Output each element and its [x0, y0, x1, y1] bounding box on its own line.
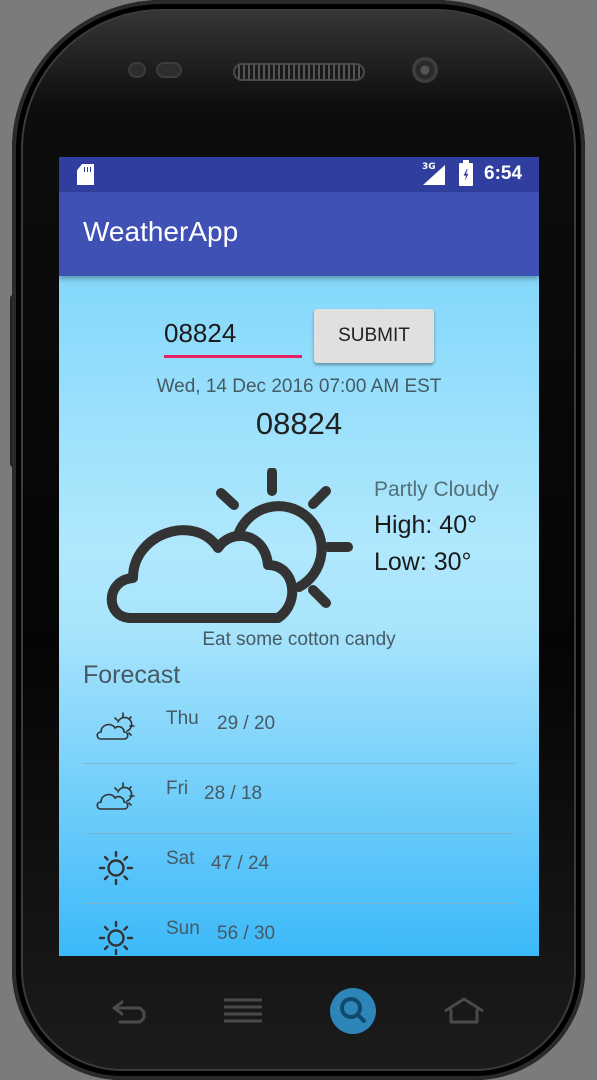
search-icon: [340, 997, 366, 1023]
sd-card-icon: [77, 164, 94, 185]
light-sensor: [156, 62, 182, 78]
partly-cloudy-icon: [96, 782, 135, 810]
earpiece-speaker: [233, 63, 365, 81]
submit-button[interactable]: SUBMIT: [314, 309, 434, 363]
forecast-temps: 47 / 24: [211, 853, 270, 874]
forecast-row[interactable]: Sun 56 / 30: [83, 904, 515, 956]
app-bar: WeatherApp: [59, 192, 539, 276]
observation-datetime: Wed, 14 Dec 2016 07:00 AM EST: [156, 376, 442, 397]
partly-cloudy-icon: [106, 468, 353, 623]
sun-icon: [98, 851, 134, 885]
forecast-row[interactable]: Thu 29 / 20: [83, 694, 515, 764]
back-icon[interactable]: [110, 996, 150, 1026]
location-label: 08824: [255, 406, 343, 441]
home-icon[interactable]: [442, 996, 486, 1026]
front-camera: [412, 57, 438, 83]
forecast-day: Thu: [166, 708, 199, 729]
network-type: 3G: [422, 162, 436, 172]
proximity-sensor: [128, 62, 146, 78]
forecast-day: Sun: [166, 918, 200, 939]
menu-icon[interactable]: [222, 996, 264, 1024]
forecast-day: Sat: [166, 848, 195, 869]
forecast-temps: 29 / 20: [217, 713, 276, 734]
screen: 3G 6:54 WeatherApp SUBMIT Wed, 14 Dec 20…: [59, 157, 539, 956]
status-clock: 6:54: [484, 163, 523, 184]
low-temp: Low: 30°: [374, 548, 472, 576]
forecast-title: Forecast: [83, 661, 181, 689]
zip-code-input[interactable]: [164, 313, 302, 358]
high-temp: High: 40°: [374, 511, 478, 539]
forecast-row[interactable]: Sat 47 / 24: [83, 834, 515, 904]
weather-tip: Eat some cotton candy: [202, 629, 396, 650]
forecast-list[interactable]: Thu 29 / 20 Fri 28 / 18 Sat 47 / 24 Sun …: [83, 694, 515, 956]
forecast-temps: 28 / 18: [204, 783, 263, 804]
sun-icon: [98, 921, 134, 955]
partly-cloudy-icon: [96, 712, 135, 740]
forecast-row[interactable]: Fri 28 / 18: [83, 764, 515, 834]
search-button[interactable]: [330, 988, 376, 1034]
status-bar: 3G 6:54: [59, 157, 539, 192]
forecast-day: Fri: [166, 778, 189, 799]
app-title: WeatherApp: [83, 216, 239, 247]
battery-charging-icon: [459, 160, 473, 186]
condition-text: Partly Cloudy: [374, 478, 499, 501]
weather-content: SUBMIT Wed, 14 Dec 2016 07:00 AM EST 088…: [59, 276, 539, 956]
forecast-temps: 56 / 30: [217, 923, 276, 944]
